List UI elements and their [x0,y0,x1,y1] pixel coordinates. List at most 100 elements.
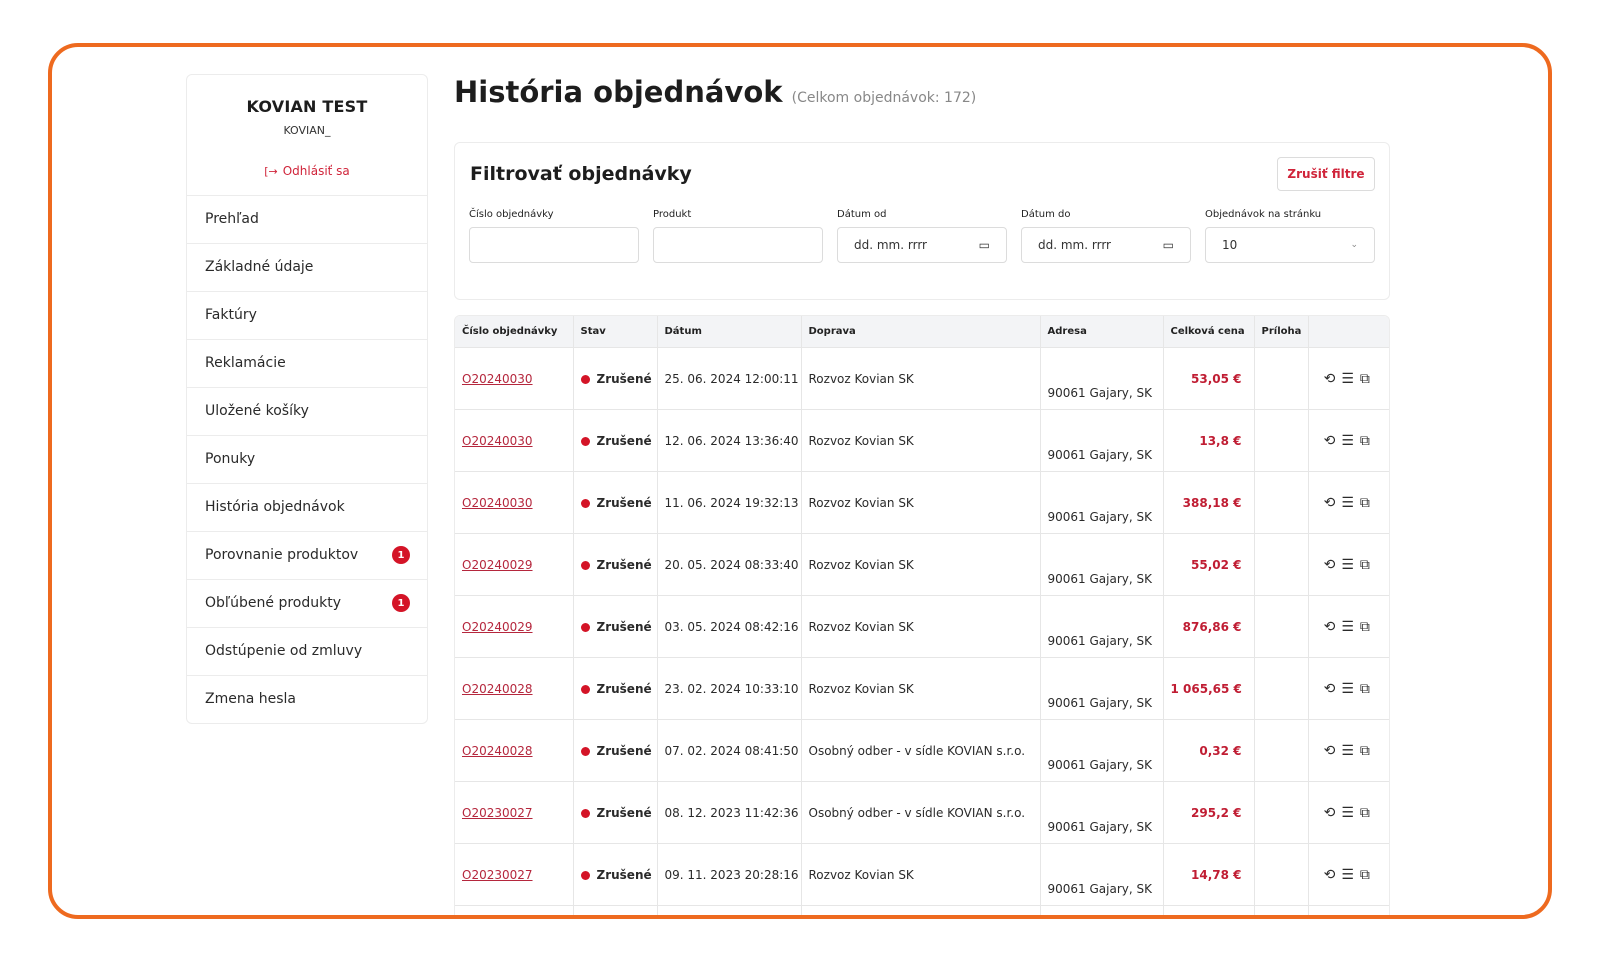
list-icon[interactable]: ☰ [1341,371,1360,387]
orders-table: Číslo objednávky Stav Dátum Doprava Adresa Ce… [454,315,1390,916]
price-cell: 14,78 € [1163,843,1255,906]
order-number-link[interactable]: O20240030 [462,434,533,448]
list-icon[interactable]: ☰ [1341,805,1360,821]
per-page-select[interactable]: 10 ⌄ [1205,227,1375,263]
sidebar-item[interactable]: Obľúbené produkty 1 [187,580,427,628]
date-from-input[interactable]: dd. mm. rrrr ▭ [837,227,1007,263]
reset-filters-button[interactable]: Zrušiť filtre [1277,157,1375,191]
repeat-icon[interactable]: ⟲ [1324,433,1342,449]
table-row: O20230027 Zrušené 08. 12. 2023 11:42:36 Oso… [455,781,1389,844]
order-number-cell: O20240029 [455,533,574,596]
order-number-link[interactable]: O20230027 [462,868,533,882]
open-external-icon[interactable]: ⧉ [1360,619,1376,635]
date-cell: 03. 05. 2024 08:42:16 [657,595,802,658]
repeat-icon[interactable]: ⟲ [1324,681,1342,697]
list-icon[interactable]: ☰ [1341,743,1360,759]
order-number-cell: O20240030 [455,471,574,534]
open-external-icon[interactable]: ⧉ [1360,743,1376,759]
order-number-link[interactable]: O20240030 [462,372,533,386]
attachment-cell [1254,843,1309,906]
order-number-cell: O20240028 [455,657,574,720]
per-page-value: 10 [1222,238,1238,252]
table-row: O20240028 Zrušené 07. 02. 2024 08:41:50 Oso… [455,719,1389,782]
order-number-cell: O20240030 [455,347,574,410]
sidebar-item[interactable]: Odstúpenie od zmluvy [187,628,427,676]
list-icon[interactable]: ☰ [1341,619,1360,635]
attachment-cell [1254,409,1309,472]
filter-card: Filtrovať objednávky Zrušiť filtre Číslo… [454,142,1390,300]
logout-link[interactable]: [→ Odhlásiť sa [264,164,350,178]
list-icon[interactable]: ☰ [1341,433,1360,449]
open-external-icon[interactable]: ⧉ [1360,495,1376,511]
attachment-cell [1254,719,1309,782]
sidebar-nav: Prehľad Základné údaje Faktúry Reklamácie Ul… [187,196,427,723]
calendar-icon[interactable]: ▭ [979,238,990,252]
sidebar-item[interactable]: Faktúry [187,292,427,340]
address-cell: 90061 Gajary, SK [1040,843,1164,906]
sidebar-item[interactable]: Prehľad [187,196,427,244]
filter-title: Filtrovať objednávky [470,163,692,185]
open-external-icon[interactable]: ⧉ [1360,371,1376,387]
sidebar-item-label: Reklamácie [205,355,286,371]
product-input[interactable] [653,227,823,263]
status-dot [580,560,590,570]
table-row: O20240030 Zrušené 11. 06. 2024 19:32:13 Roz… [455,471,1389,534]
sidebar-item[interactable]: Reklamácie [187,340,427,388]
repeat-icon[interactable]: ⟲ [1324,619,1342,635]
shipping-cell: Rozvoz Kovian SK [801,471,1041,534]
status-dot [580,684,590,694]
order-number-input[interactable] [469,227,639,263]
status-cell: Zrušené [573,905,658,915]
order-number-link[interactable]: O20240028 [462,744,533,758]
sidebar-item[interactable]: Uložené košíky [187,388,427,436]
table-row: O20240030 Zrušené 25. 06. 2024 12:00:11 Roz… [455,347,1389,410]
open-external-icon[interactable]: ⧉ [1360,681,1376,697]
table-row: O20230027 Zrušené 09. 11. 2023 20:28:16 Roz… [455,843,1389,906]
order-number-link[interactable]: O20230027 [462,806,533,820]
repeat-icon[interactable]: ⟲ [1324,743,1342,759]
table-row: O20230026Zrušené03. 10. 2023 10:12:15Roz… [455,905,1389,916]
shipping-cell: Rozvoz Kovian SK [801,843,1041,906]
date-cell: 07. 02. 2024 08:41:50 [657,719,802,782]
sidebar-item[interactable]: Porovnanie produktov 1 [187,532,427,580]
order-number-link[interactable]: O20240030 [462,496,533,510]
date-cell: 11. 06. 2024 19:32:13 [657,471,802,534]
actions-cell: ⟲☰⧉ [1308,906,1389,916]
open-external-icon[interactable]: ⧉ [1360,557,1376,573]
repeat-icon[interactable]: ⟲ [1324,371,1342,387]
list-icon[interactable]: ☰ [1341,557,1360,573]
repeat-icon[interactable]: ⟲ [1324,867,1342,883]
price-cell: 388,18 € [1163,471,1255,534]
notification-badge: 1 [392,546,410,564]
attachment-cell [1254,905,1309,915]
page-title-text: História objednávok [454,75,783,109]
open-external-icon[interactable]: ⧉ [1360,805,1376,821]
profile-name: KOVIAN TEST [246,97,368,116]
calendar-icon[interactable]: ▭ [1163,238,1174,252]
date-to-filter: Dátum do dd. mm. rrrr ▭ [1021,209,1191,263]
shipping-cell: Rozvoz Kovian SK [801,905,1041,915]
date-cell: 12. 06. 2024 13:36:40 [657,409,802,472]
order-number-link[interactable]: O20240029 [462,620,533,634]
status-text: Zrušené [596,433,652,448]
order-number-link[interactable]: O20240028 [462,682,533,696]
sidebar-item[interactable]: História objednávok [187,484,427,532]
sidebar-item[interactable]: Ponuky [187,436,427,484]
open-external-icon[interactable]: ⧉ [1360,433,1376,449]
list-icon[interactable]: ☰ [1341,495,1360,511]
repeat-icon[interactable]: ⟲ [1324,557,1342,573]
list-icon[interactable]: ☰ [1341,867,1360,883]
order-number-cell: O20230027 [455,781,574,844]
actions-cell: ⟲☰⧉ [1308,719,1389,782]
open-external-icon[interactable]: ⧉ [1360,867,1376,883]
sidebar-item-label: Uložené košíky [205,403,309,419]
sidebar-item[interactable]: Základné údaje [187,244,427,292]
sidebar-item-label: Faktúry [205,307,257,323]
repeat-icon[interactable]: ⟲ [1324,495,1342,511]
repeat-icon[interactable]: ⟲ [1324,805,1342,821]
order-number-link[interactable]: O20240029 [462,558,533,572]
date-to-input[interactable]: dd. mm. rrrr ▭ [1021,227,1191,263]
sidebar-item[interactable]: Zmena hesla [187,676,427,723]
shipping-cell: Rozvoz Kovian SK [801,657,1041,720]
list-icon[interactable]: ☰ [1341,681,1360,697]
